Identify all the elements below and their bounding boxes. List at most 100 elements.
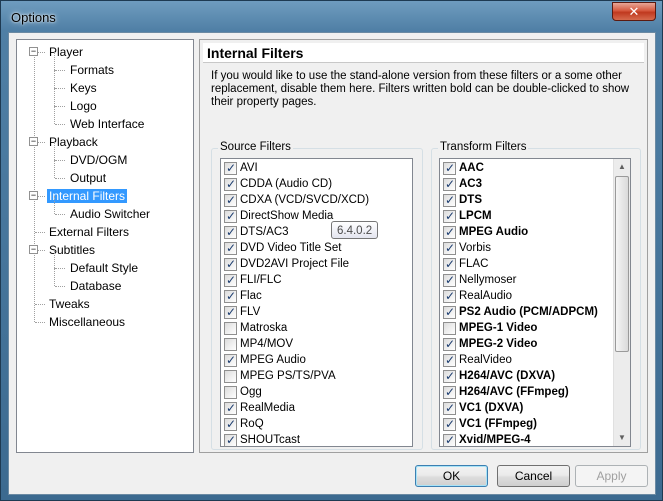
filter-checkbox[interactable] xyxy=(443,160,456,176)
source-filters-legend: Source Filters xyxy=(218,141,293,153)
filter-checkbox[interactable] xyxy=(224,224,237,240)
panel-description: If you would like to use the stand-alone… xyxy=(211,70,630,108)
filter-checkbox[interactable] xyxy=(443,416,456,432)
tree-item-miscellaneous[interactable]: Miscellaneous xyxy=(47,313,127,331)
filter-checkbox[interactable] xyxy=(443,272,456,288)
tree-item-label: Logo xyxy=(70,99,97,113)
filter-checkbox[interactable] xyxy=(443,288,456,304)
filter-checkbox[interactable] xyxy=(224,256,237,272)
filter-label: AVI xyxy=(240,162,258,174)
filter-checkbox[interactable] xyxy=(443,240,456,256)
filter-label: DTS xyxy=(459,194,482,206)
tree-item-label: Keys xyxy=(70,81,97,95)
collapse-icon[interactable]: − xyxy=(29,137,38,146)
filter-checkbox[interactable] xyxy=(443,304,456,320)
apply-button[interactable]: Apply xyxy=(575,465,648,487)
filter-checkbox[interactable] xyxy=(443,224,456,240)
tree-item-label: Miscellaneous xyxy=(49,315,126,329)
filter-label: MPEG-2 Video xyxy=(459,338,538,350)
title-bar[interactable]: Options ✕ xyxy=(1,1,662,33)
tree-branch-line xyxy=(55,70,65,71)
filter-label: DVD Video Title Set xyxy=(240,242,342,254)
tree-item-label: Default Style xyxy=(70,261,139,275)
filter-label: AAC xyxy=(459,162,484,174)
scroll-down-icon[interactable]: ▼ xyxy=(614,430,630,446)
filter-checkbox[interactable] xyxy=(224,370,237,383)
tree-item-external-filters[interactable]: External Filters xyxy=(47,223,131,241)
tree-item-formats[interactable]: Formats xyxy=(68,61,116,79)
collapse-icon[interactable]: − xyxy=(29,47,38,56)
filter-label: FLV xyxy=(240,306,261,318)
transform-list-scrollbar[interactable]: ▲ ▼ xyxy=(613,159,630,446)
filter-checkbox[interactable] xyxy=(443,432,456,446)
ok-button[interactable]: OK xyxy=(415,465,488,487)
filter-checkbox[interactable] xyxy=(224,304,237,320)
filter-checkbox[interactable] xyxy=(443,400,456,416)
tree-branch-line xyxy=(55,214,65,215)
tree-guide-line xyxy=(54,196,55,214)
filter-checkbox[interactable] xyxy=(224,416,237,432)
tree-item-label: Audio Switcher xyxy=(70,207,151,221)
filter-checkbox[interactable] xyxy=(224,338,237,351)
filter-label: DVD2AVI Project File xyxy=(240,258,350,270)
tree-item-label: DVD/OGM xyxy=(70,153,128,167)
filter-checkbox[interactable] xyxy=(224,386,237,399)
filter-label: RealMedia xyxy=(240,402,295,414)
filter-checkbox[interactable] xyxy=(224,240,237,256)
transform-filters-list[interactable]: ▲ ▼ AAC AC3 DTS LPCM MPEG Audio Vorbis FLAC Nel… xyxy=(439,158,631,447)
tree-item-tweaks[interactable]: Tweaks xyxy=(47,295,92,313)
collapse-icon[interactable]: − xyxy=(29,191,38,200)
filter-label: PS2 Audio (PCM/ADPCM) xyxy=(459,306,598,318)
tree-guide-line xyxy=(54,250,55,268)
filter-checkbox[interactable] xyxy=(443,336,456,352)
filter-checkbox[interactable] xyxy=(443,256,456,272)
tree-item-logo[interactable]: Logo xyxy=(68,97,99,115)
scrollbar-thumb[interactable] xyxy=(615,176,629,352)
filter-checkbox[interactable] xyxy=(224,400,237,416)
tree-branch-line xyxy=(55,88,65,89)
options-window: Options ✕ − Player Formats Keys Logo Web Inte… xyxy=(0,0,663,501)
filter-checkbox[interactable] xyxy=(224,176,237,192)
collapse-icon[interactable]: − xyxy=(29,245,38,254)
filter-checkbox[interactable] xyxy=(224,272,237,288)
source-filters-group: Source Filters AVI CDDA (Audio CD) CDXA (V… xyxy=(211,141,423,450)
tree-item-default-style[interactable]: Default Style xyxy=(68,259,140,277)
scroll-up-icon[interactable]: ▲ xyxy=(614,159,630,175)
filter-checkbox[interactable] xyxy=(224,352,237,368)
filter-checkbox[interactable] xyxy=(224,192,237,208)
filter-checkbox[interactable] xyxy=(224,208,237,224)
filter-label: LPCM xyxy=(459,210,492,222)
tree-item-web-interface[interactable]: Web Interface xyxy=(68,115,146,133)
filter-checkbox[interactable] xyxy=(443,322,456,335)
filter-label: Matroska xyxy=(240,322,288,334)
filter-checkbox[interactable] xyxy=(443,384,456,400)
filter-checkbox[interactable] xyxy=(443,352,456,368)
tree-item-output[interactable]: Output xyxy=(68,169,108,187)
source-filters-list[interactable]: AVI CDDA (Audio CD) CDXA (VCD/SVCD/XCD) Dir… xyxy=(220,158,413,447)
filter-label: AC3 xyxy=(459,178,483,190)
filter-label: RealVideo xyxy=(459,354,512,366)
filter-checkbox[interactable] xyxy=(443,176,456,192)
filter-checkbox[interactable] xyxy=(224,322,237,335)
filter-checkbox[interactable] xyxy=(443,192,456,208)
close-icon[interactable]: ✕ xyxy=(612,2,656,21)
filter-checkbox[interactable] xyxy=(443,208,456,224)
filter-checkbox[interactable] xyxy=(224,432,237,446)
tree-item-player[interactable]: Player xyxy=(47,43,85,61)
options-tree[interactable]: − Player Formats Keys Logo Web Interface − Play… xyxy=(16,39,194,453)
filter-checkbox[interactable] xyxy=(443,368,456,384)
tree-guide-line xyxy=(34,52,35,322)
tree-item-label: Formats xyxy=(70,63,115,77)
tree-item-keys[interactable]: Keys xyxy=(68,79,99,97)
internal-filters-panel: Internal Filters If you would like to us… xyxy=(199,39,648,453)
filter-checkbox[interactable] xyxy=(224,160,237,176)
tree-branch-line xyxy=(35,232,45,233)
filter-label: DTS/AC3 xyxy=(240,226,289,238)
tree-item-internal-filters[interactable]: Internal Filters xyxy=(47,187,128,205)
cancel-button[interactable]: Cancel xyxy=(497,465,570,487)
filter-checkbox[interactable] xyxy=(224,288,237,304)
tree-item-audio-switcher[interactable]: Audio Switcher xyxy=(68,205,152,223)
tree-item-database[interactable]: Database xyxy=(68,277,123,295)
tree-item-label: Player xyxy=(49,45,84,59)
tree-item-dvd-ogm[interactable]: DVD/OGM xyxy=(68,151,129,169)
